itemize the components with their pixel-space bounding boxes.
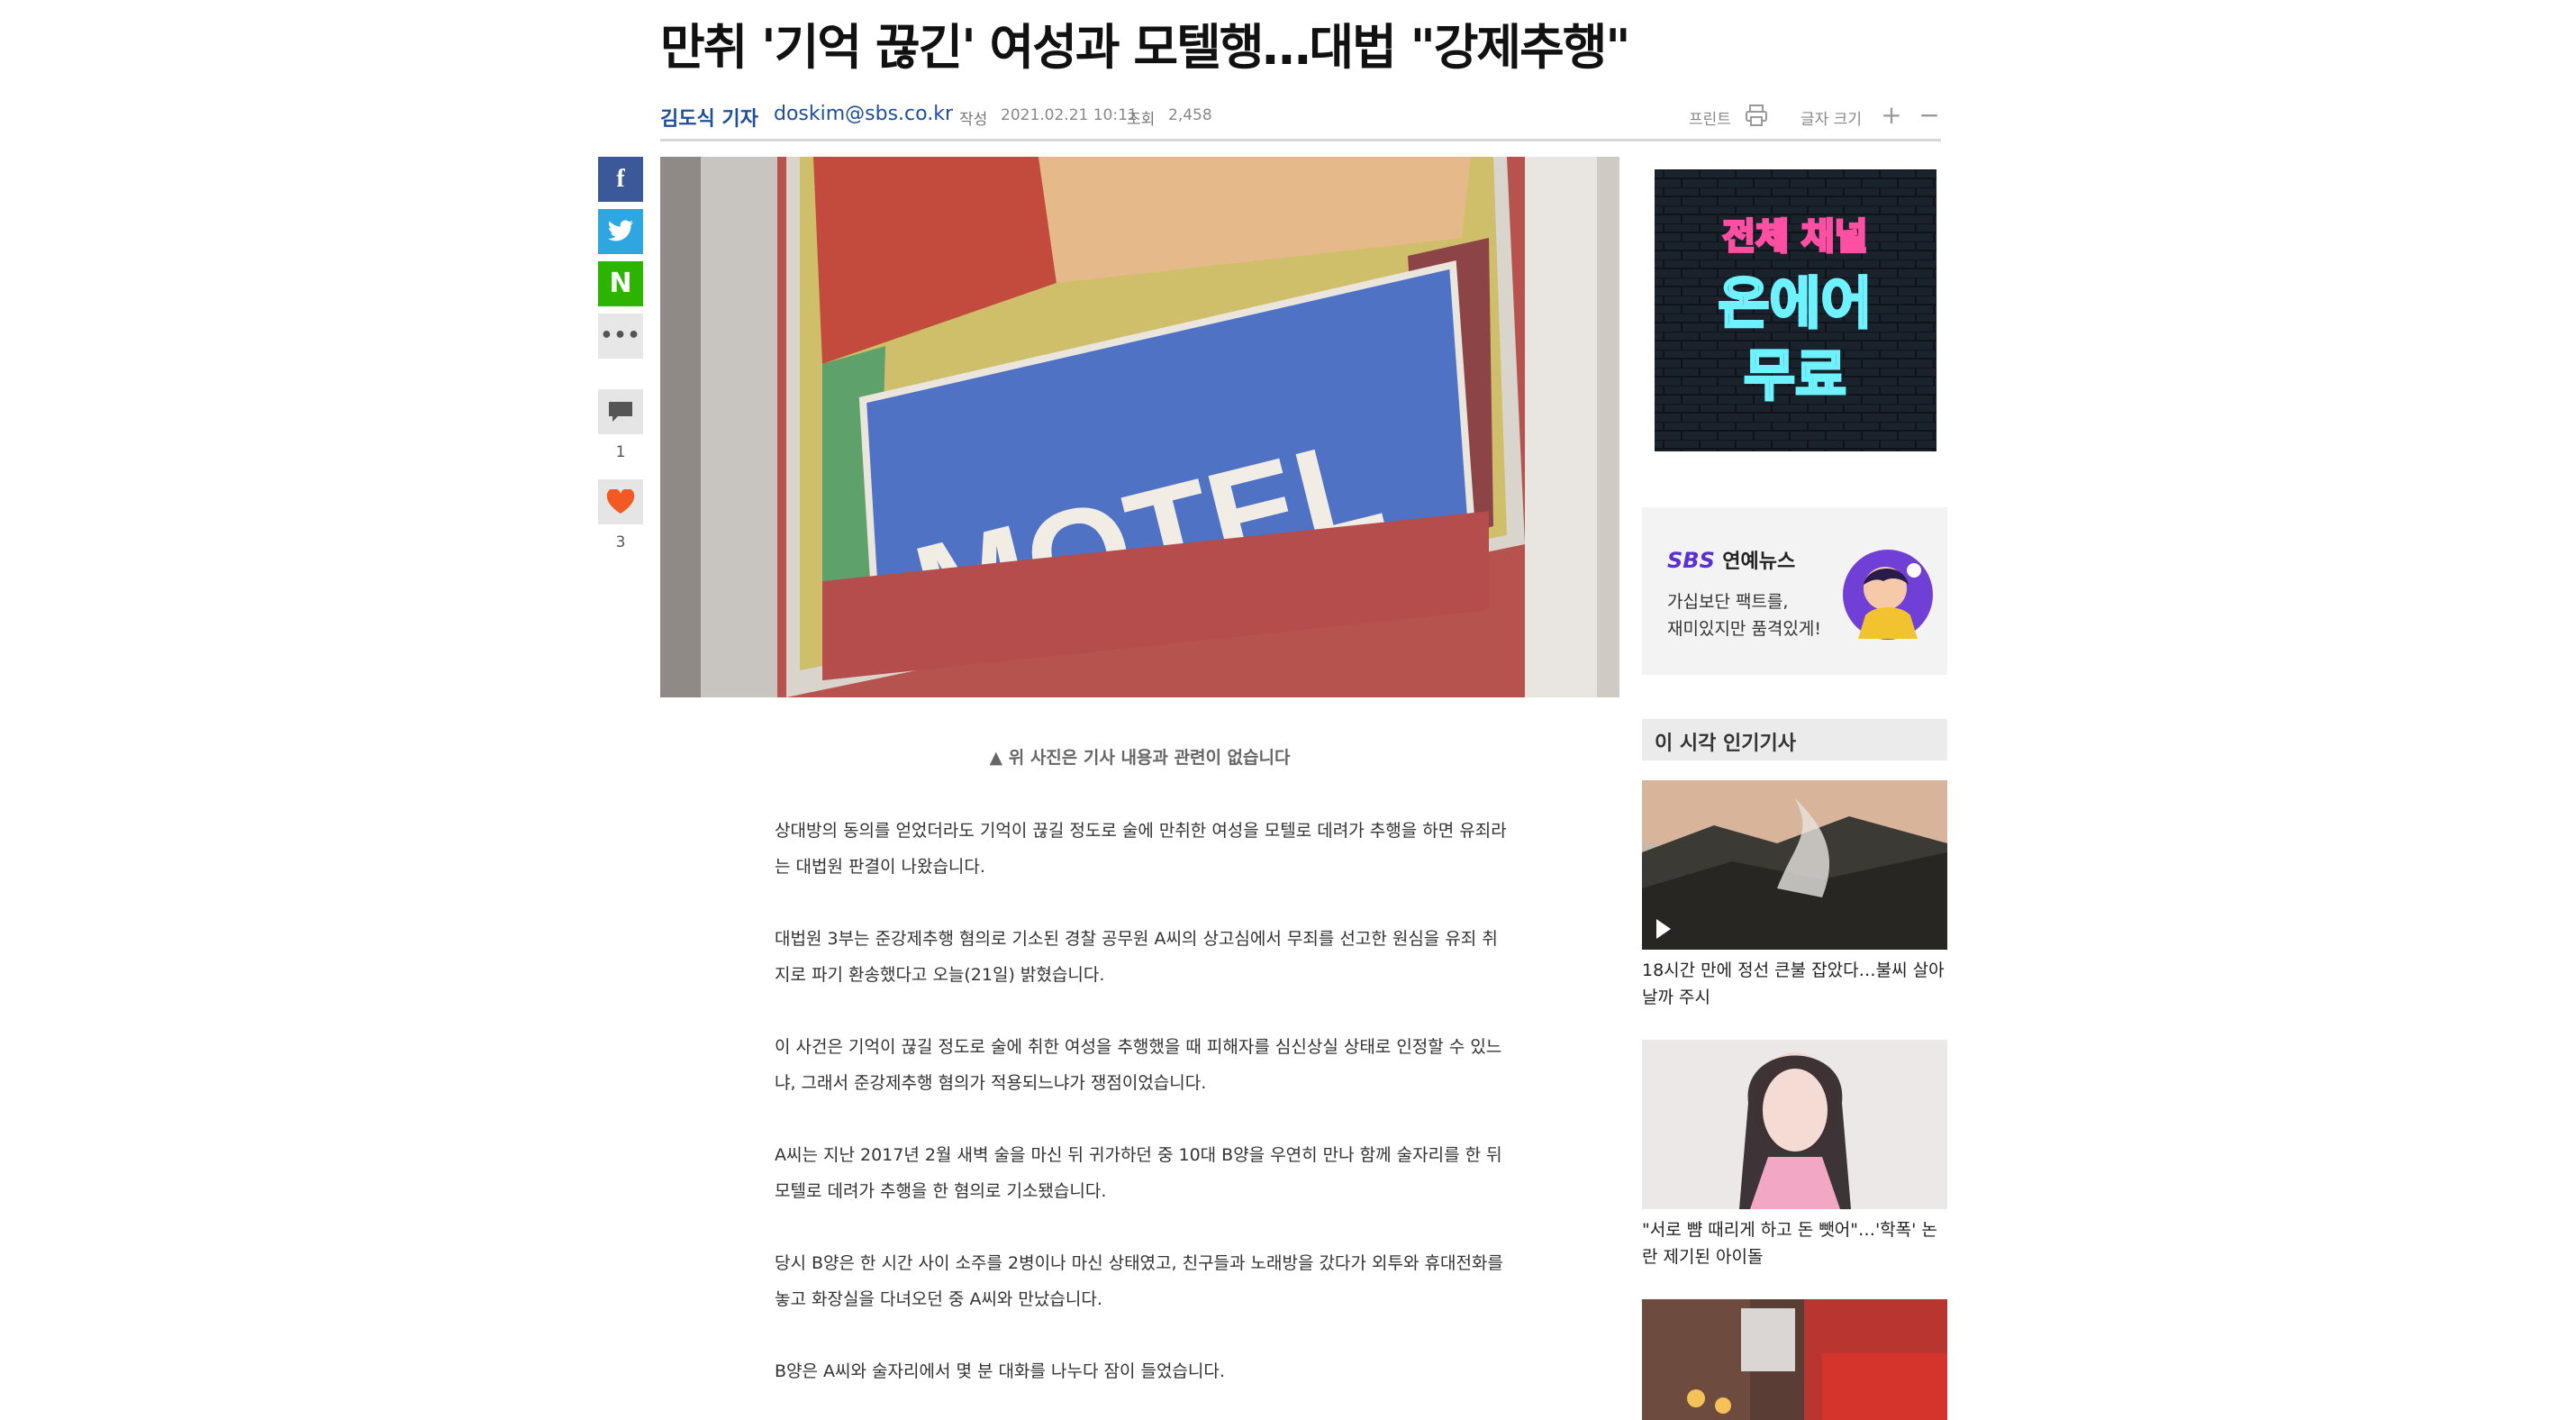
ad-line-2: 온에어 xyxy=(1718,270,1872,336)
sbs-entertainment-promo[interactable]: SBS 연예뉴스 가십보단 팩트를, 재미있지만 품격있게! xyxy=(1642,507,1947,675)
promo-line-1: 가십보단 팩트를, xyxy=(1667,592,1789,612)
print-label[interactable]: 프린트 xyxy=(1689,106,1731,129)
article-headline: 만취 '기억 끊긴' 여성과 모텔행…대법 "강제추행" xyxy=(660,19,1631,76)
ad-line-3: 무료 xyxy=(1744,342,1846,408)
promo-brand-name: 연예뉴스 xyxy=(1722,551,1796,573)
comment-button[interactable] xyxy=(598,389,643,434)
heart-icon xyxy=(606,489,635,514)
photo-caption: ▲ 위 사진은 기사 내용과 관련이 없습니다 xyxy=(989,748,1291,768)
comment-action[interactable]: 1 xyxy=(598,389,643,461)
like-button[interactable] xyxy=(598,479,643,524)
views-count: 2,458 xyxy=(1168,106,1212,124)
paragraph: 상대방의 동의를 얻었더라도 기억이 끊길 정도로 술에 만취한 여성을 모텔로… xyxy=(775,821,1507,877)
promo-line-2: 재미있지만 품격있게! xyxy=(1667,619,1821,639)
facebook-share-button[interactable]: f xyxy=(598,157,643,202)
naver-share-button[interactable]: N xyxy=(598,261,643,306)
views-label: 조회 xyxy=(1127,111,1156,129)
print-icon[interactable] xyxy=(1743,103,1770,130)
sbs-logo: SBS xyxy=(1667,548,1715,573)
popular-articles-header: 이 시각 인기기사 xyxy=(1642,719,1947,760)
naver-icon: N xyxy=(609,268,632,299)
article-body: 상대방의 동의를 얻었더라도 기억이 끊길 정도로 술에 만취한 여성을 모텔로… xyxy=(775,813,1513,1420)
comment-count: 1 xyxy=(615,443,626,461)
popular-item[interactable] xyxy=(1642,1299,1947,1420)
font-size-label: 글자 크기 xyxy=(1800,111,1862,129)
paragraph: 당시 B양은 한 시간 사이 소주를 2병이나 마신 상태였고, 친구들과 노래… xyxy=(775,1253,1503,1309)
share-rail: f N ••• 1 3 xyxy=(598,157,643,551)
facebook-icon: f xyxy=(616,165,625,193)
like-count: 3 xyxy=(615,533,626,551)
popular-thumbnail[interactable] xyxy=(1642,1040,1947,1209)
mascot-illustration xyxy=(1843,550,1933,640)
written-label: 작성 xyxy=(959,111,988,129)
popular-title[interactable]: 18시간 만에 정선 큰불 잡았다…불씨 살아날까 주시 xyxy=(1642,957,1947,1011)
reporter-email[interactable]: doskim@sbs.co.kr xyxy=(774,103,953,125)
paragraph: 이 사건은 기억이 끊길 정도로 술에 취한 여성을 추행했을 때 피해자를 심… xyxy=(775,1037,1502,1093)
paragraph: 대법원 3부는 준강제추행 혐의로 기소된 경찰 공무원 A씨의 상고심에서 무… xyxy=(775,929,1498,985)
popular-item[interactable]: "서로 뺨 때리게 하고 돈 뺏어"…'학폭' 논란 제기된 아이돌 xyxy=(1642,1040,1947,1270)
play-icon[interactable] xyxy=(1651,915,1676,942)
like-action[interactable]: 3 xyxy=(598,479,643,551)
reporter-name[interactable]: 김도식 기자 xyxy=(660,103,758,132)
font-decrease-icon[interactable]: − xyxy=(1916,103,1943,130)
byline-bar: 김도식 기자 doskim@sbs.co.kr 작성 2021.02.21 10… xyxy=(660,97,1941,141)
popular-articles-title: 이 시각 인기기사 xyxy=(1655,733,1796,755)
article-photo: MOTEL xyxy=(660,157,1619,697)
onair-ad-banner[interactable]: 전체 채널 온에어 무료 xyxy=(1655,169,1937,451)
ad-line-1: 전체 채널 xyxy=(1722,216,1867,258)
popular-title[interactable]: "서로 뺨 때리게 하고 돈 뺏어"…'학폭' 논란 제기된 아이돌 xyxy=(1642,1216,1947,1270)
popular-thumbnail[interactable] xyxy=(1642,1299,1947,1420)
paragraph: A씨는 지난 2017년 2월 새벽 술을 마신 뒤 귀가하던 중 10대 B양… xyxy=(775,1145,1502,1201)
more-share-button[interactable]: ••• xyxy=(598,314,643,359)
font-increase-icon[interactable]: + xyxy=(1878,103,1905,130)
twitter-share-button[interactable] xyxy=(598,209,643,254)
promo-brand: SBS 연예뉴스 xyxy=(1667,545,1795,574)
more-icon: ••• xyxy=(600,324,641,347)
article-page: 만취 '기억 끊긴' 여성과 모텔행…대법 "강제추행" 김도식 기자 dosk… xyxy=(0,0,2576,1420)
twitter-icon xyxy=(608,220,633,241)
popular-item[interactable]: 18시간 만에 정선 큰불 잡았다…불씨 살아날까 주시 xyxy=(1642,780,1947,1011)
paragraph: B양은 A씨와 술자리에서 몇 분 대화를 나누다 잠이 들었습니다. xyxy=(775,1361,1225,1381)
written-date: 2021.02.21 10:11 xyxy=(1001,106,1138,124)
popular-thumbnail[interactable] xyxy=(1642,780,1947,950)
comment-icon xyxy=(609,402,632,422)
